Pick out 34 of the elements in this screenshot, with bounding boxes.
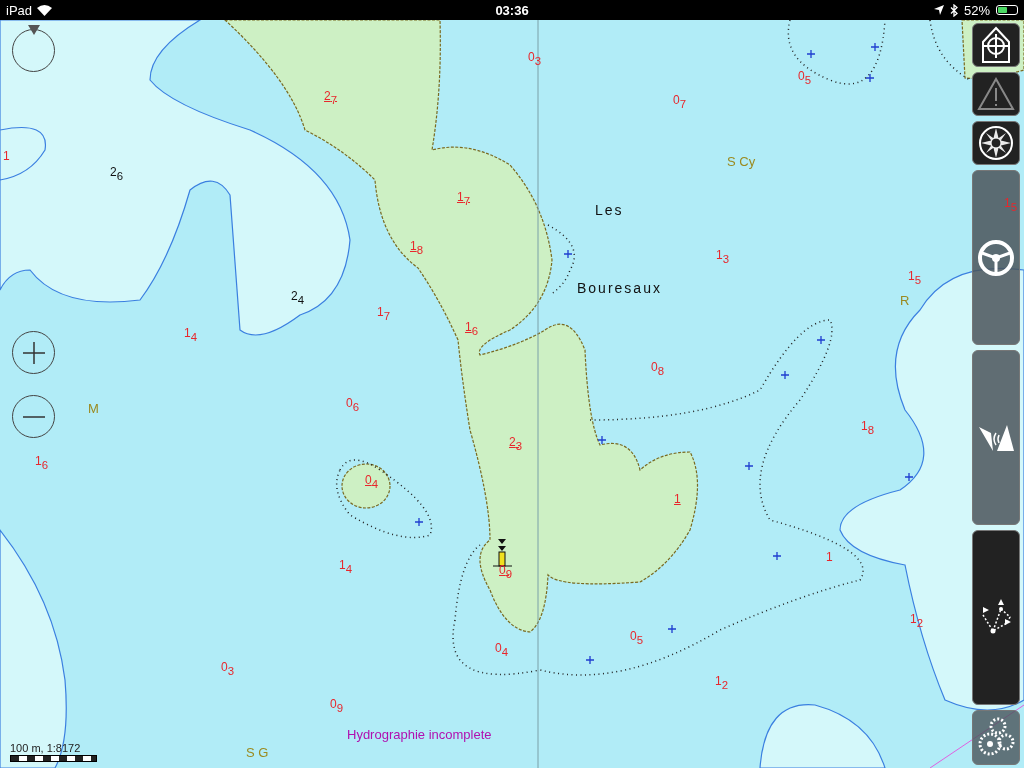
wifi-icon bbox=[37, 4, 53, 16]
compass-button[interactable] bbox=[972, 121, 1020, 165]
steering-wheel-icon bbox=[977, 238, 1015, 277]
seabed-label: R bbox=[900, 293, 910, 308]
clock-time: 03:36 bbox=[495, 2, 529, 18]
plus-icon bbox=[22, 341, 45, 364]
device-name: iPad bbox=[6, 2, 33, 18]
position-button[interactable] bbox=[972, 23, 1020, 67]
seabed-label: S G bbox=[246, 745, 269, 760]
depth-sounding: 1 bbox=[3, 149, 10, 163]
seabed-label: M bbox=[88, 401, 99, 416]
place-name: Les bbox=[595, 202, 624, 218]
battery-icon bbox=[996, 5, 1018, 15]
warning-icon bbox=[977, 77, 1015, 111]
battery-percent: 52% bbox=[963, 2, 990, 18]
place-name: Bouresaux bbox=[577, 280, 662, 296]
depth-sounding: 1 bbox=[826, 550, 833, 564]
islet bbox=[341, 463, 391, 509]
triangle-icon bbox=[27, 25, 40, 35]
seabed-label: S Cy bbox=[727, 154, 756, 169]
beacon-icon bbox=[492, 539, 513, 567]
scale-label: 100 m, 1:8172 bbox=[10, 742, 82, 754]
chart-notice: Hydrographie incomplete bbox=[347, 727, 492, 742]
compass-rose-icon bbox=[978, 125, 1014, 161]
minus-icon bbox=[22, 415, 45, 418]
route-button[interactable] bbox=[972, 530, 1020, 705]
warning-button[interactable] bbox=[972, 72, 1020, 116]
bluetooth-icon bbox=[949, 3, 958, 17]
crosshair-icon bbox=[979, 26, 1013, 64]
location-arrow-icon bbox=[933, 5, 944, 15]
helm-button[interactable] bbox=[972, 170, 1020, 345]
depth-sounding: 1 bbox=[674, 492, 681, 506]
settings-button[interactable] bbox=[972, 710, 1020, 765]
signal-button[interactable] bbox=[972, 350, 1020, 525]
